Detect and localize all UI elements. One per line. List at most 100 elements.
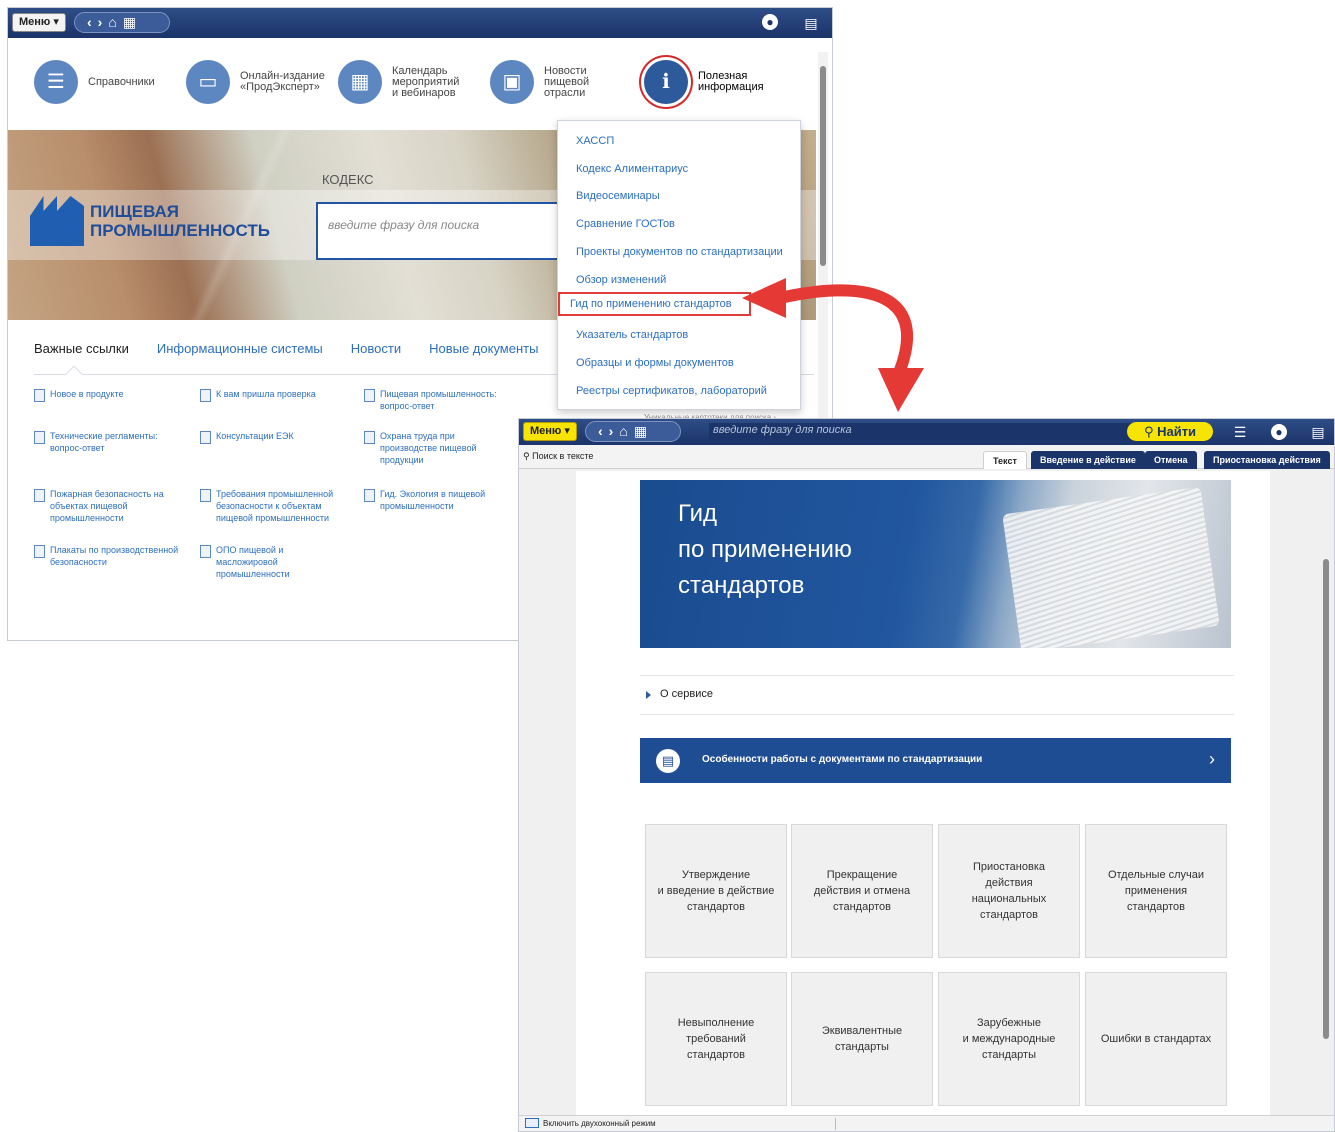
tile-prodexpert[interactable]: ▭ Онлайн-издание «ПродЭксперт» [186,60,325,104]
link-item[interactable]: ОПО пищевой и масложировой промышленност… [200,544,290,580]
red-arrow-icon [742,278,924,412]
menu-button[interactable]: Меню ▾ [12,13,66,32]
search-in-text-button[interactable]: ⚲ Поиск в тексте [523,451,593,462]
link-item[interactable]: Технические регламенты: вопрос-ответ [34,430,158,454]
tile-label: Календарь мероприятий и вебинаров [392,64,460,99]
news-icon: ▣ [490,60,534,104]
nav-controls[interactable]: ‹›⌂▦ [74,12,170,33]
document-page: Гид по применению стандартов О сервисе ▤… [576,471,1270,1115]
topic-card[interactable]: Ошибки в стандартах [1085,972,1227,1106]
tile-label: Онлайн-издание «ПродЭксперт» [240,70,325,93]
home-icon[interactable]: ⌂ [619,423,633,439]
document-icon: ▤ [656,749,680,773]
tile-label: Справочники [88,75,155,88]
feature-label: Особенности работы с документами по стан… [702,754,983,765]
link-item[interactable]: Новое в продукте [34,388,123,402]
dropdown-item[interactable]: Сравнение ГОСТов [564,215,687,233]
topic-card[interactable]: Невыполнение требований стандартов [645,972,787,1106]
expand-icon [646,691,651,699]
forward-icon[interactable]: › [609,423,620,439]
user-icon[interactable]: ● [762,14,780,32]
search-in-text-label: Поиск в тексте [532,451,594,461]
find-button[interactable]: ⚲ Найти [1127,422,1213,441]
service-tiles: ☰ Справочники ▭ Онлайн-издание «ПродЭксп… [8,38,816,130]
back-icon[interactable]: ‹ [87,14,98,30]
scrollbar-thumb[interactable] [820,66,826,266]
topic-card[interactable]: Утверждение и введение в действие станда… [645,824,787,958]
link-item[interactable]: Пищевая промышленность: вопрос-ответ [364,388,497,412]
papers-image [1002,486,1220,648]
tile-label: Новости пищевой отрасли [544,64,590,99]
grid-icon[interactable]: ▦ [123,14,142,30]
dropdown-item[interactable]: Видеосеминары [564,187,672,205]
link-item[interactable]: Гид. Экология в пищевой промышленности [364,488,485,512]
tile-news[interactable]: ▣ Новости пищевой отрасли [490,60,589,104]
home-icon[interactable]: ⌂ [108,14,122,30]
find-label: Найти [1157,424,1197,439]
search-input[interactable]: введите фразу для поиска [316,202,566,260]
forward-icon[interactable]: › [98,14,109,30]
tab-cancellation[interactable]: Отмена [1145,451,1197,469]
dropdown-item-highlighted[interactable]: Гид по применению стандартов [558,292,751,316]
topic-card[interactable]: Эквивалентные стандарты [791,972,933,1106]
tile-label: Полезная информация [698,70,764,93]
two-window-toggle[interactable]: Включить двухоконный режим [525,1119,656,1128]
grid-icon[interactable]: ▦ [634,423,653,439]
chat-icon[interactable]: ▤ [1309,423,1327,441]
link-item[interactable]: Плакаты по производственной безопасности [34,544,178,568]
search-input[interactable]: введите фразу для поиска [709,423,1189,440]
dropdown-item[interactable]: Кодекс Алиментариус [564,160,700,178]
tile-useful-info[interactable]: ℹ Полезная информация [644,60,764,104]
back-icon[interactable]: ‹ [598,423,609,439]
link-item[interactable]: Требования промышленной безопасности к о… [200,488,333,524]
guide-banner: Гид по применению стандартов [640,480,1231,648]
scrollbar-thumb[interactable] [1323,559,1329,1039]
topic-card[interactable]: Приостановка действия национальных станд… [938,824,1080,958]
brand-logo[interactable]: ПИЩЕВАЯ ПРОМЫШЛЕННОСТЬ [30,196,270,246]
brand-text: ПИЩЕВАЯ ПРОМЫШЛЕННОСТЬ [90,202,270,240]
status-bar: Включить двухоконный режим [519,1115,1334,1131]
link-tabs: Важные ссылки Информационные системы Нов… [34,341,538,356]
kodeks-logo: КОДЕКС [322,172,374,187]
monitor-icon: ▭ [186,60,230,104]
dropdown-item[interactable]: Обзор изменений [564,271,678,289]
link-item[interactable]: Охрана труда при производстве пищевой пр… [364,430,477,466]
tile-calendar[interactable]: ▦ Календарь мероприятий и вебинаров [338,60,459,104]
tab-suspension[interactable]: Приостановка действия [1204,451,1330,469]
status-separator [835,1118,836,1130]
tab-pointer [65,365,83,383]
tab-important-links[interactable]: Важные ссылки [34,341,129,356]
tile-spravochniki[interactable]: ☰ Справочники [34,60,155,104]
factory-icon [30,196,84,246]
about-accordion[interactable]: О сервисе [640,675,1234,715]
link-item[interactable]: К вам пришла проверка [200,388,316,402]
magnifier-icon: ⚲ [523,451,533,461]
tab-info-systems[interactable]: Информационные системы [157,341,323,356]
dropdown-item[interactable]: ХАССП [564,132,626,150]
dropdown-item[interactable]: Проекты документов по стандартизации [564,243,795,261]
accordion-label: О сервисе [660,688,713,700]
top-toolbar: Меню ▾ ‹›⌂▦ ● ▤ [8,8,832,38]
tab-text[interactable]: Текст [983,451,1027,469]
document-tabs-bar: ⚲ Поиск в тексте Текст Введение в действ… [519,445,1334,469]
nav-controls[interactable]: ‹›⌂▦ [585,421,681,442]
feature-banner[interactable]: ▤ Особенности работы с документами по ст… [640,738,1231,783]
tab-news[interactable]: Новости [351,341,401,356]
menu-button[interactable]: Меню ▾ [523,422,577,441]
user-icon[interactable]: ● [1271,424,1289,442]
hamburger-icon[interactable]: ☰ [1231,423,1249,441]
tab-introduction[interactable]: Введение в действие [1031,451,1145,469]
tab-new-documents[interactable]: Новые документы [429,341,538,356]
calendar-icon: ▦ [338,60,382,104]
dropdown-item[interactable]: Указатель стандартов [564,326,700,344]
chat-icon[interactable]: ▤ [802,14,820,32]
top-toolbar: Меню ▾ ‹›⌂▦ введите фразу для поиска ⚲ Н… [519,419,1334,445]
search-icon: ⚲ [1143,424,1158,439]
topic-card[interactable]: Зарубежные и международные стандарты [938,972,1080,1106]
link-item[interactable]: Пожарная безопасность на объектах пищево… [34,488,164,524]
dropdown-item[interactable]: Образцы и формы документов [564,354,746,372]
topic-card[interactable]: Прекращение действия и отмена стандартов [791,824,933,958]
list-icon: ☰ [34,60,78,104]
link-item[interactable]: Консультации ЕЭК [200,430,294,444]
topic-card[interactable]: Отдельные случаи применения стандартов [1085,824,1227,958]
